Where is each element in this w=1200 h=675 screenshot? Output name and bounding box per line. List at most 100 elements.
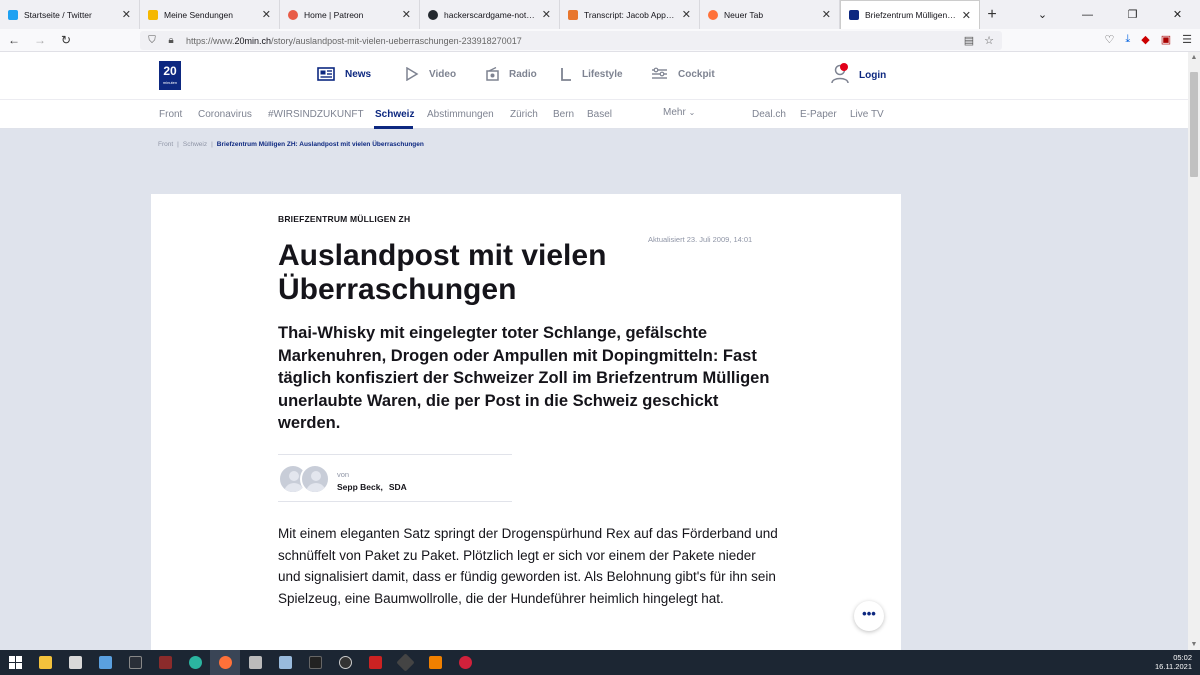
scroll-down-icon[interactable]: ▼ [1188,641,1200,648]
taskbar-app[interactable] [240,650,270,675]
close-tab-icon[interactable]: ✕ [122,8,131,21]
close-tab-icon[interactable]: ✕ [402,8,411,21]
browser-tab-active[interactable]: Briefzentrum Mülligen ZH: Ausl✕ [840,0,980,29]
subnav-coronavirus[interactable]: Coronavirus [198,109,252,120]
mail-icon [98,656,112,669]
taskbar-firefox[interactable] [210,650,240,675]
windows-logo-icon [8,656,22,669]
address-bar[interactable]: ⛉ 🔒︎ https://www.20min.ch/story/auslandp… [140,31,1002,50]
breadcrumb-separator: | [177,141,179,148]
subnav-basel[interactable]: Basel [587,109,612,120]
taskbar-app[interactable] [150,650,180,675]
author-name[interactable]: Sepp Beck, [337,482,383,492]
taskbar-app[interactable] [90,650,120,675]
back-arrow-icon[interactable]: ← [2,33,26,47]
obs-icon [338,656,352,669]
bookmark-star-icon[interactable]: ☆ [984,34,994,47]
author-avatar[interactable] [300,464,330,494]
pen-icon [128,656,142,669]
taskbar-app[interactable] [360,650,390,675]
taskbar-app[interactable] [390,650,420,675]
forward-arrow-icon[interactable]: → [28,33,52,47]
system-clock[interactable]: 05:02 16.11.2021 [1155,653,1192,671]
clock-date: 16.11.2021 [1155,662,1192,671]
nav-video[interactable]: Video [405,67,456,81]
lifestyle-icon [561,68,571,81]
scroll-up-icon[interactable]: ▲ [1188,54,1200,61]
nav-news[interactable]: News [317,67,371,81]
subnav-wirsindzukunft[interactable]: #WIRSINDZUKUNFT [268,109,364,120]
start-button[interactable] [0,650,30,675]
taskbar-app[interactable] [60,650,90,675]
newspaper-icon [317,67,335,81]
taskbar-app[interactable] [120,650,150,675]
chevron-down-icon: ⌄ [688,108,696,117]
taskbar-app[interactable] [450,650,480,675]
subnav-bern[interactable]: Bern [553,109,574,120]
login-link[interactable]: Login [859,70,886,81]
nav-lifestyle[interactable]: Lifestyle [560,67,623,81]
firefox-favicon-icon [708,9,718,20]
lock-icon[interactable]: 🔒︎ [164,35,178,46]
nav-radio[interactable]: Radio [486,67,537,81]
extension-icon[interactable]: ◆ [1141,33,1149,46]
pocket-icon[interactable]: ♡ [1105,33,1115,46]
shield-icon[interactable]: ⛉ [145,35,159,46]
taskbar-app[interactable] [300,650,330,675]
restore-icon[interactable]: ❐ [1110,0,1155,29]
breadcrumb-front[interactable]: Front [158,141,173,148]
subnav-front[interactable]: Front [159,109,182,120]
notification-dot [840,63,848,71]
browser-tab[interactable]: Home | Patreon ✕ [280,0,420,29]
downloads-icon[interactable]: ⤓ [1125,33,1130,46]
divider [278,501,512,502]
more-options-button[interactable]: ••• [854,601,884,631]
subnav-livetv[interactable]: Live TV [850,109,884,120]
subnav-zuerich[interactable]: Zürich [510,109,538,120]
breadcrumb-schweiz[interactable]: Schweiz [183,141,207,148]
menu-icon[interactable]: ☰ [1182,33,1192,46]
taskbar-file-explorer[interactable] [30,650,60,675]
browser-tab[interactable]: Neuer Tab ✕ [700,0,840,29]
reload-icon[interactable]: ↻ [54,33,78,47]
addon-badge-icon[interactable]: ▣ [1161,33,1171,46]
subnav-epaper[interactable]: E-Paper [800,109,837,120]
minimize-icon[interactable]: — [1065,0,1110,29]
url-text[interactable]: https://www.20min.ch/story/auslandpost-m… [186,36,522,46]
edge-icon [188,656,202,669]
close-icon[interactable]: ✕ [1155,0,1200,29]
close-tab-icon[interactable]: ✕ [962,9,971,22]
subnav-mehr[interactable]: Mehr ⌄ [663,107,695,118]
20min-logo[interactable]: 20 minuten [159,61,181,90]
close-tab-icon[interactable]: ✕ [262,8,271,21]
browser-tab[interactable]: hackerscardgame-notes-s21m1✕ [420,0,560,29]
subnav-schweiz[interactable]: Schweiz [375,109,414,120]
browser-tab[interactable]: Transcript: Jacob Appelbaum at✕ [560,0,700,29]
nav-cockpit[interactable]: Cockpit [651,67,715,81]
article-title: Auslandpost mit vielen Überraschungen [278,239,607,306]
scrollbar-thumb[interactable] [1190,72,1198,177]
firefox-icon [218,656,232,669]
taskbar-edge[interactable] [180,650,210,675]
window-controls: ⌄ — ❐ ✕ [1020,0,1200,29]
close-tab-icon[interactable]: ✕ [822,8,831,21]
taskbar-app[interactable] [270,650,300,675]
close-tab-icon[interactable]: ✕ [542,8,551,21]
author-name[interactable]: SDA [389,482,407,492]
breadcrumb: Front | Schweiz | Briefzentrum Mülligen … [158,141,424,148]
browser-tab-strip: Startseite / Twitter ✕ Meine Sendungen ✕ H… [0,0,1200,29]
close-tab-icon[interactable]: ✕ [682,8,691,21]
reader-view-icon[interactable]: ▤ [964,34,974,47]
browser-tab[interactable]: Meine Sendungen ✕ [140,0,280,29]
browser-tab[interactable]: Startseite / Twitter ✕ [0,0,140,29]
breadcrumb-current: Briefzentrum Mülligen ZH: Auslandpost mi… [216,141,424,148]
site-header: 20 minuten News Video Radio Lifestyle Coc… [0,52,1188,99]
toolbar-icons: ♡ ⤓ ◆ ▣ ☰ [1105,33,1193,46]
subnav-deal[interactable]: Deal.ch [752,109,786,120]
page-scrollbar[interactable]: ▲ ▼ [1188,52,1200,650]
new-tab-button[interactable]: + [980,0,1004,29]
taskbar-app[interactable] [330,650,360,675]
subnav-abstimmungen[interactable]: Abstimmungen [427,109,494,120]
chevron-down-icon[interactable]: ⌄ [1020,0,1065,29]
taskbar-vlc[interactable] [420,650,450,675]
